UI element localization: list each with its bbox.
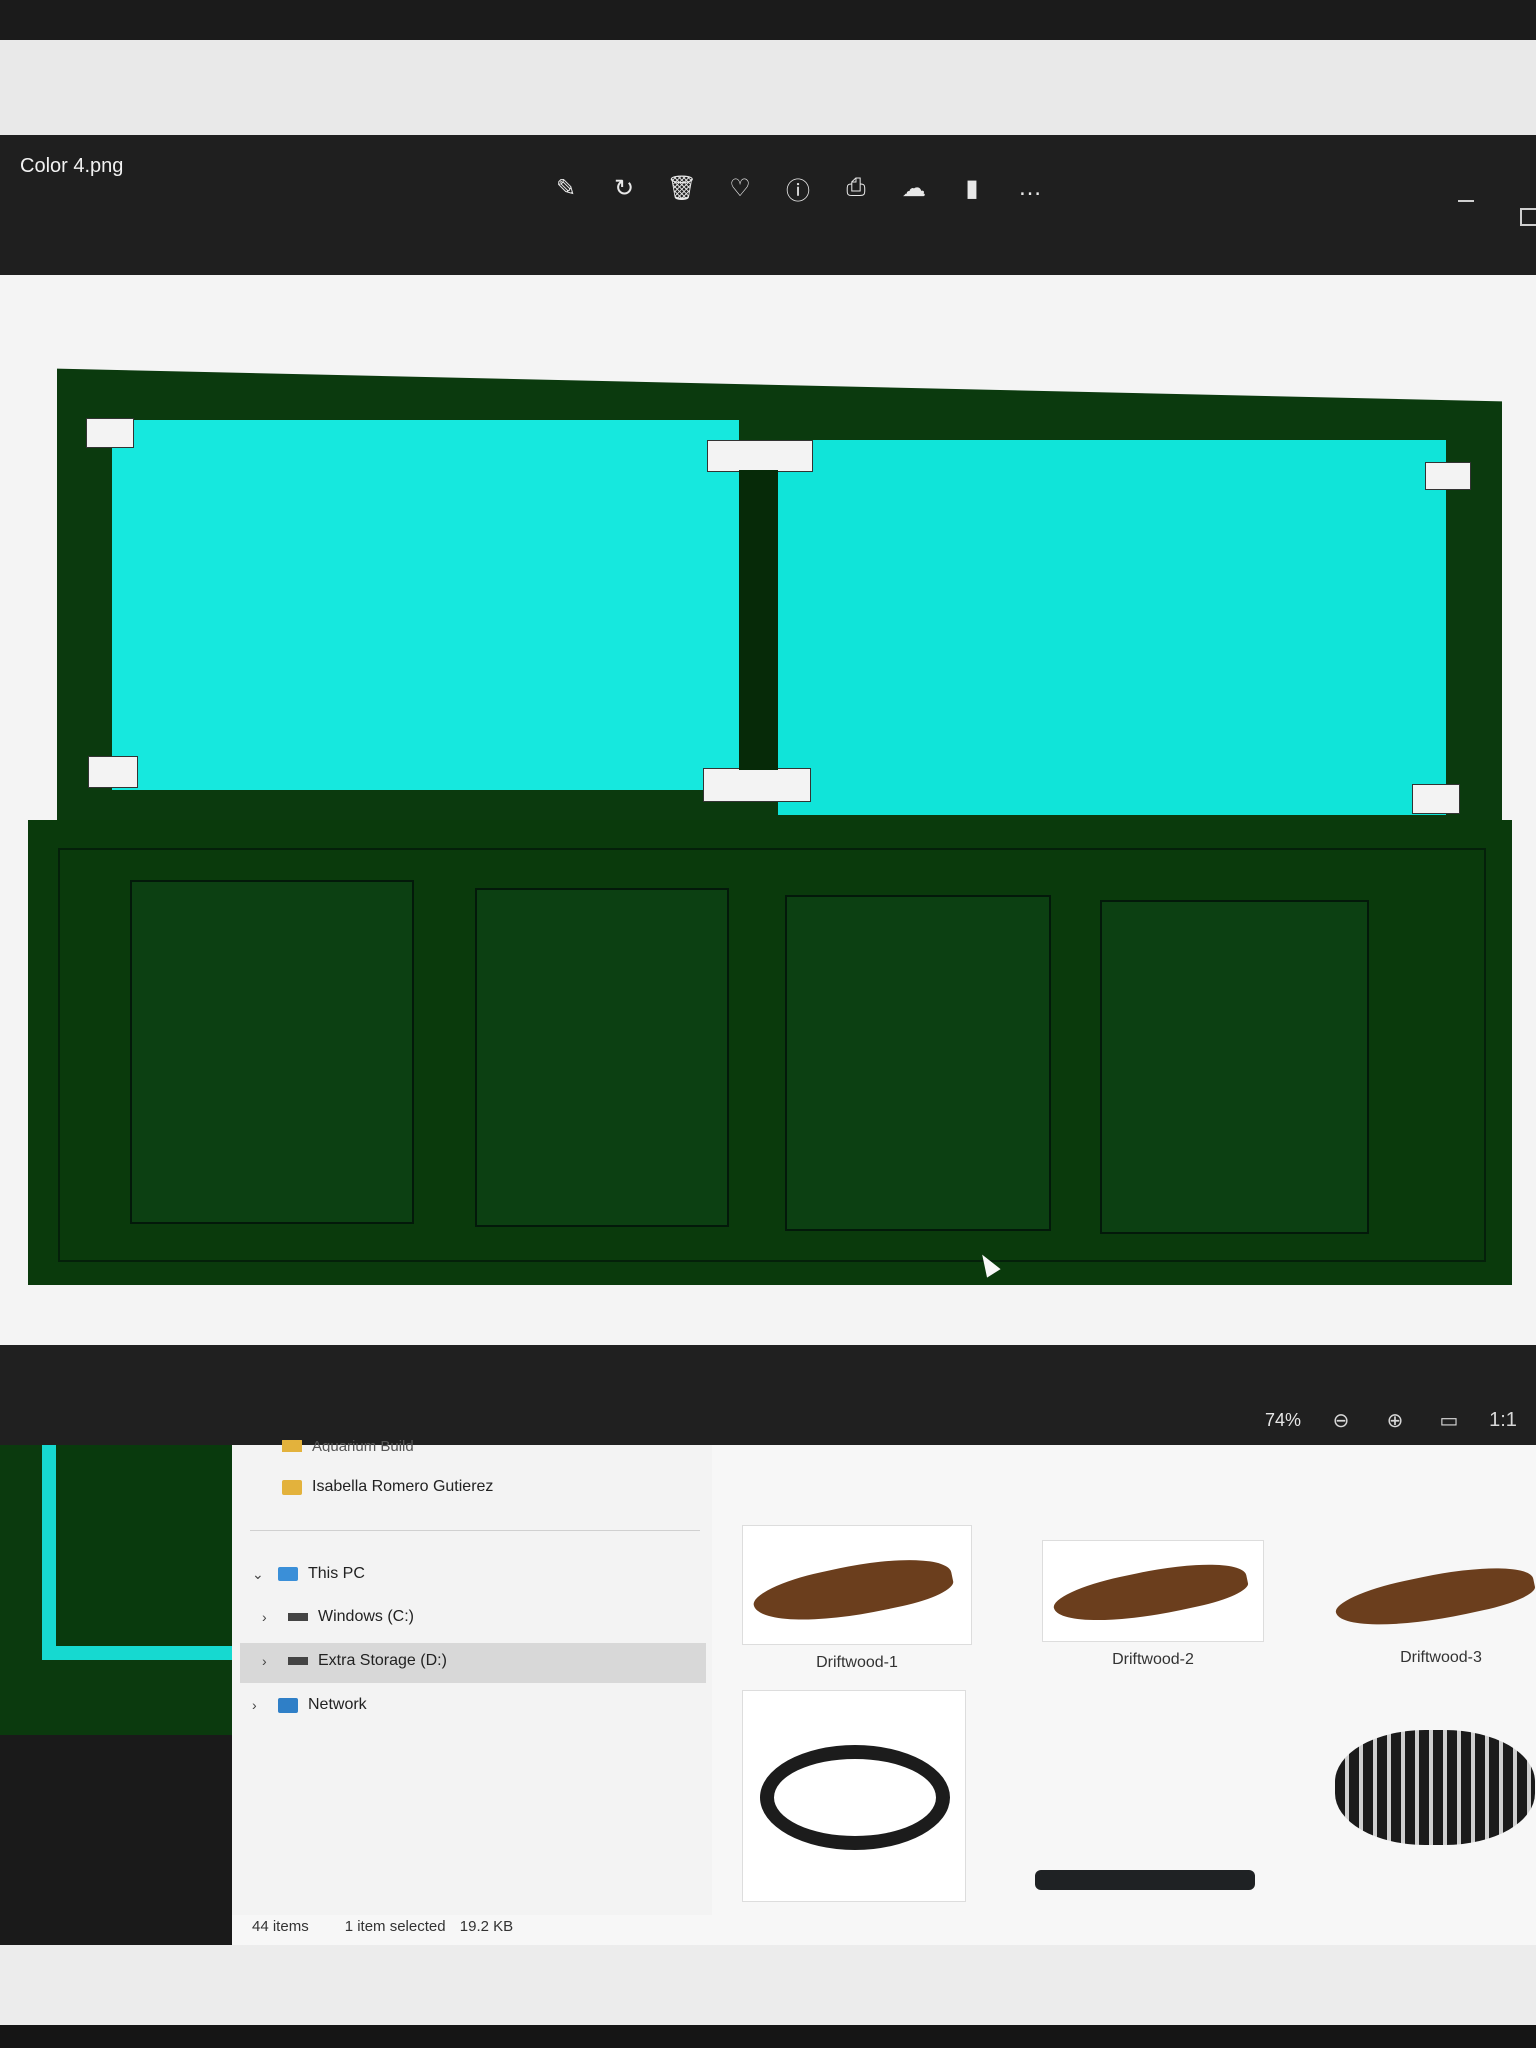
aquarium-glass-right [778,440,1446,815]
actual-size-icon[interactable]: 1:1 [1487,1404,1519,1436]
windows-drive-icon [288,1613,308,1621]
nav-item-user-folder[interactable]: Isabella Romero Gutierez [282,1478,493,1496]
nav-item-partial-folder[interactable]: Aquarium Build [282,1440,414,1452]
drive-icon [288,1657,308,1665]
hose-image [760,1745,950,1850]
wave-pump-image [1335,1730,1535,1845]
center-divider [739,470,778,770]
chevron-right-icon[interactable]: › [262,1609,278,1625]
chevron-right-icon[interactable]: › [262,1653,278,1669]
zoom-controls: ⊖ ⊕ ▭ 1:1 [1325,1404,1519,1436]
status-bar: 44 items 1 item selected 19.2 KB [252,1918,513,1935]
chevron-right-icon[interactable]: › [252,1697,268,1713]
nav-item-network[interactable]: › Network [252,1696,367,1714]
info-icon[interactable]: ⓘ [780,170,816,206]
more-options-icon[interactable]: … [1012,170,1048,206]
driftwood-image [749,1545,957,1637]
computer-icon [278,1567,298,1581]
maximize-button[interactable] [1520,208,1536,226]
print-icon[interactable]: ⎙ [838,170,874,206]
zoom-level: 74% [1265,1410,1302,1430]
desktop-strip [0,40,1536,135]
zoom-out-icon[interactable]: ⊖ [1325,1404,1357,1436]
center-bracket-bottom [703,768,811,802]
item-count: 44 items [252,1918,309,1935]
tube-image [1035,1870,1255,1890]
corner-bracket [86,418,134,448]
nav-item-drive-c[interactable]: › Windows (C:) [262,1608,414,1626]
stand-door-4 [1100,900,1369,1234]
nav-divider [250,1530,700,1531]
zoom-in-icon[interactable]: ⊕ [1379,1404,1411,1436]
corner-bracket [1425,462,1471,490]
driftwood-image [1050,1551,1251,1636]
network-icon [278,1697,298,1713]
nav-item-drive-d[interactable]: › Extra Storage (D:) [262,1652,447,1670]
delete-icon[interactable]: 🗑 [664,170,700,206]
favorite-icon[interactable]: ♡ [722,170,758,206]
stand-door-2 [475,888,729,1227]
folder-icon [282,1440,302,1452]
monitor-bezel [0,0,1536,40]
file-label[interactable]: Driftwood-2 [1038,1651,1268,1669]
background-window-preview [42,1445,235,1660]
nav-item-this-pc[interactable]: ⌄ This PC [252,1565,365,1583]
file-label[interactable]: Driftwood-3 [1326,1649,1536,1667]
onedrive-icon[interactable]: ☁ [896,170,932,206]
center-bracket-top [707,440,813,472]
photos-toolbar: ✎ ↻ 🗑 ♡ ⓘ ⎙ ☁ ▮ … [548,170,1048,206]
folder-icon [282,1479,302,1495]
minimize-button[interactable] [1458,200,1474,202]
file-thumbnail-driftwood-2[interactable] [1042,1540,1264,1642]
aquarium-glass-left [112,420,739,790]
file-label[interactable]: Driftwood-1 [742,1654,972,1672]
clipchamp-icon[interactable]: ▮ [954,170,990,206]
stand-door-3 [785,895,1051,1231]
rotate-icon[interactable]: ↻ [606,170,642,206]
driftwood-image [1332,1554,1536,1641]
photos-bottom-bar [0,1345,1536,1445]
corner-bracket [88,756,138,788]
corner-bracket [1412,784,1460,814]
edit-image-icon[interactable]: ✎ [548,170,584,206]
stand-door-1 [130,880,414,1224]
selection-info: 1 item selected 19.2 KB [344,1918,514,1935]
chevron-down-icon[interactable]: ⌄ [252,1566,268,1583]
fit-to-window-icon[interactable]: ▭ [1433,1404,1465,1436]
file-thumbnail-driftwood-3[interactable] [1325,1535,1536,1645]
monitor-bezel-bottom [0,2025,1536,2048]
file-title: Color 4.png [20,155,124,177]
file-thumbnail-driftwood-1[interactable] [742,1525,972,1645]
